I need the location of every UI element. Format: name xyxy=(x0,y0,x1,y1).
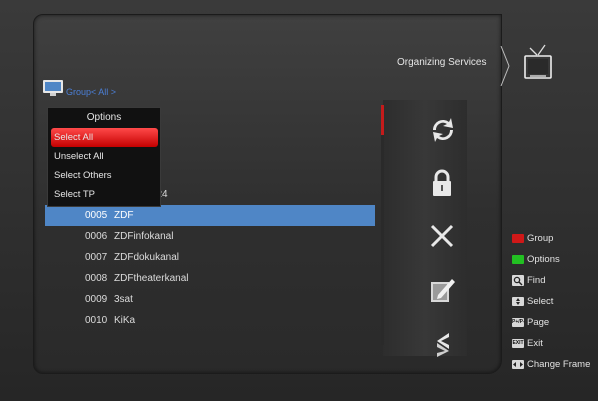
legend-label: Find xyxy=(527,275,546,286)
red-key-icon xyxy=(512,234,524,243)
green-key-icon xyxy=(512,255,524,264)
channel-number: 0005 xyxy=(85,210,108,221)
list-item[interactable]: 0010 KiKa xyxy=(45,310,375,331)
group-label: Group< All > xyxy=(66,86,117,97)
exit-key-icon: EXIT xyxy=(512,339,524,348)
legend-change-frame: Change Frame xyxy=(512,354,590,375)
delete-icon[interactable] xyxy=(426,220,458,252)
back-icon[interactable] xyxy=(427,328,459,360)
lock-icon[interactable] xyxy=(426,167,458,199)
list-item[interactable]: 0006 ZDFinfokanal xyxy=(45,226,375,247)
channel-number: 0008 xyxy=(85,273,108,284)
channel-name: ZDF xyxy=(114,210,134,221)
list-item-selected[interactable]: 0005 ZDF xyxy=(45,205,375,226)
channel-number: 0009 xyxy=(85,294,108,305)
channel-number: 0010 xyxy=(85,315,108,326)
tv-icon xyxy=(524,44,552,79)
channel-name: ZDFinfokanal xyxy=(114,231,174,242)
option-select-all[interactable]: Select All xyxy=(51,128,158,147)
left-right-key-icon xyxy=(512,360,524,369)
page-title: Organizing Services xyxy=(397,57,487,68)
legend-select: Select xyxy=(512,291,590,312)
scrollbar-thumb[interactable] xyxy=(381,105,384,135)
list-item[interactable]: 0008 ZDFtheaterkanal xyxy=(45,268,375,289)
rename-icon[interactable] xyxy=(426,274,458,306)
channel-number: 0007 xyxy=(85,252,108,263)
move-icon[interactable] xyxy=(427,114,459,146)
option-unselect-all[interactable]: Unselect All xyxy=(48,147,160,166)
option-select-others[interactable]: Select Others xyxy=(48,166,160,185)
legend-label: Page xyxy=(527,317,550,328)
legend-options: Options xyxy=(512,249,590,270)
legend-page: P+/P- Page xyxy=(512,312,590,333)
channel-name: ZDFtheaterkanal xyxy=(114,273,189,284)
list-item[interactable]: 0007 ZDFdokukanal xyxy=(45,247,375,268)
button-legend: Group Options Find Select P+/P- Page EXI… xyxy=(512,228,590,375)
scrollbar-track[interactable] xyxy=(381,105,384,345)
channel-name: ZDFdokukanal xyxy=(114,252,180,263)
channel-name: 3sat xyxy=(114,294,133,305)
group-selector[interactable]: Group< All > xyxy=(42,78,116,98)
legend-label: Group xyxy=(527,233,554,244)
option-select-tp[interactable]: Select TP xyxy=(48,185,160,204)
legend-label: Exit xyxy=(527,338,543,349)
channel-name: KiKa xyxy=(114,315,136,326)
legend-label: Select xyxy=(527,296,554,307)
channel-number: 0006 xyxy=(85,231,108,242)
ok-key-icon xyxy=(512,297,524,306)
legend-find: Find xyxy=(512,270,590,291)
legend-label: Options xyxy=(527,254,560,265)
legend-group: Group xyxy=(512,228,590,249)
legend-exit: EXIT Exit xyxy=(512,333,590,354)
options-popup: Options Select All Unselect All Select O… xyxy=(47,107,161,207)
monitor-icon xyxy=(43,80,63,96)
legend-label: Change Frame xyxy=(527,359,591,370)
screen: Organizing Services Group< All > CE S 24… xyxy=(0,0,598,401)
page-key-icon: P+/P- xyxy=(512,318,525,327)
find-key-icon xyxy=(512,275,524,286)
list-item[interactable]: 0009 3sat xyxy=(45,289,375,310)
options-title: Options xyxy=(86,112,122,123)
